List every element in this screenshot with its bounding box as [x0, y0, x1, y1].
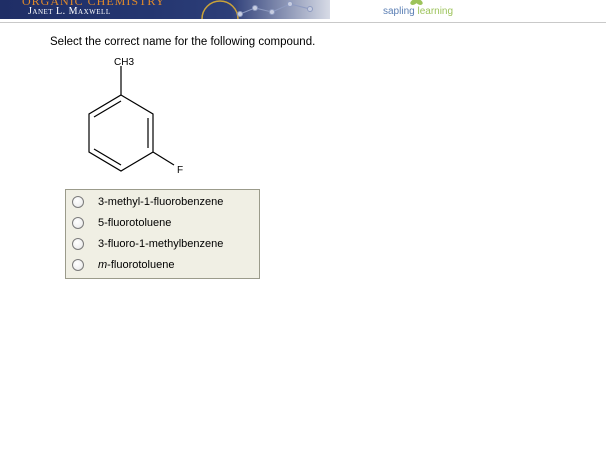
option-label-4: m-fluorotoluene: [98, 259, 175, 271]
option-4[interactable]: m-fluorotoluene: [72, 256, 174, 274]
book-author: Janet L. Maxwell: [28, 6, 111, 17]
option-label-1: 3-methyl-1-fluorobenzene: [98, 196, 224, 208]
question-prompt: Select the correct name for the followin…: [50, 36, 316, 48]
sapling-learning-logo[interactable]: sapling learning: [383, 6, 453, 17]
option-1[interactable]: 3-methyl-1-fluorobenzene: [72, 193, 223, 211]
radio-button-1[interactable]: [72, 196, 84, 208]
book-banner: ORGANIC CHEMISTRY Janet L. Maxwell: [0, 0, 330, 19]
fluoro-label: F: [177, 165, 183, 176]
option-label-2: 5-fluorotoluene: [98, 217, 172, 229]
brand-name-part1: sapling: [383, 6, 418, 17]
molecule-decoration-icon: [201, 0, 313, 19]
answer-options: 3-methyl-1-fluorobenzene 5-fluorotoluene…: [65, 189, 260, 279]
option-3[interactable]: 3-fluoro-1-methylbenzene: [72, 235, 223, 253]
radio-button-4[interactable]: [72, 259, 84, 271]
radio-button-2[interactable]: [72, 217, 84, 229]
methyl-label: CH3: [114, 57, 134, 68]
brand-name-part2: learning: [417, 6, 454, 17]
compound-structure: CH3 F: [88, 57, 183, 176]
option-2[interactable]: 5-fluorotoluene: [72, 214, 171, 232]
option-label-3: 3-fluoro-1-methylbenzene: [98, 238, 224, 250]
radio-button-3[interactable]: [72, 238, 84, 250]
header: ORGANIC CHEMISTRY Janet L. Maxwell sapli…: [0, 0, 606, 23]
